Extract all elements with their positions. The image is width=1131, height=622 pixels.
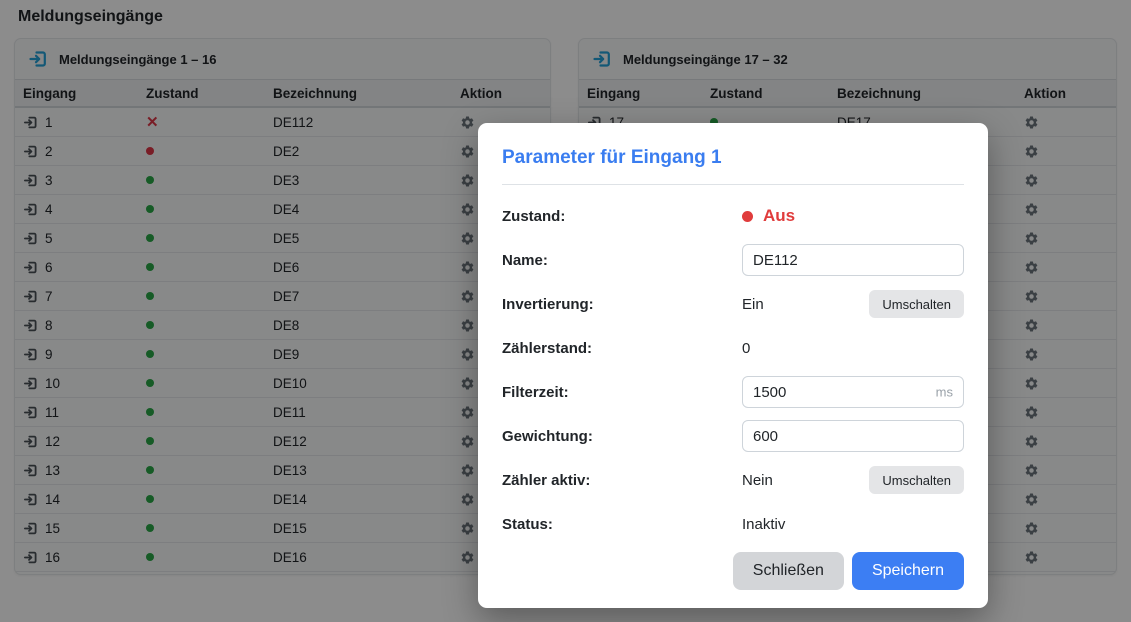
name-input[interactable] xyxy=(742,244,964,276)
status-label: Status: xyxy=(502,516,742,533)
zaehler-aktiv-value: Nein xyxy=(742,472,773,489)
field-row-zustand: Zustand: Aus xyxy=(502,200,964,232)
invertierung-toggle-button[interactable]: Umschalten xyxy=(869,290,964,318)
field-row-zaehler-aktiv: Zähler aktiv: Nein Umschalten xyxy=(502,464,964,496)
parameter-dialog: Parameter für Eingang 1 Zustand: Aus Nam… xyxy=(478,123,988,608)
invertierung-label: Invertierung: xyxy=(502,296,742,313)
filterzeit-label: Filterzeit: xyxy=(502,384,742,401)
divider xyxy=(502,184,964,185)
ms-unit-label: ms xyxy=(936,385,953,400)
zustand-label: Zustand: xyxy=(502,208,742,225)
gewichtung-input[interactable] xyxy=(742,420,964,452)
field-row-gewichtung: Gewichtung: xyxy=(502,420,964,452)
field-row-status: Status: Inaktiv xyxy=(502,508,964,540)
invertierung-value: Ein xyxy=(742,296,764,313)
state-off-dot-icon xyxy=(742,211,753,222)
filterzeit-input[interactable] xyxy=(742,376,964,408)
field-row-filterzeit: Filterzeit: ms xyxy=(502,376,964,408)
field-row-name: Name: xyxy=(502,244,964,276)
dialog-footer: Schließen Speichern xyxy=(502,552,964,590)
save-button[interactable]: Speichern xyxy=(852,552,964,590)
field-row-zaehlerstand: Zählerstand: 0 xyxy=(502,332,964,364)
status-value: Inaktiv xyxy=(742,516,785,533)
name-label: Name: xyxy=(502,252,742,269)
zaehler-aktiv-label: Zähler aktiv: xyxy=(502,472,742,489)
zaehlerstand-label: Zählerstand: xyxy=(502,340,742,357)
zustand-value: Aus xyxy=(763,206,795,226)
zaehler-aktiv-toggle-button[interactable]: Umschalten xyxy=(869,466,964,494)
dialog-title: Parameter für Eingang 1 xyxy=(502,147,964,169)
close-button[interactable]: Schließen xyxy=(733,552,844,590)
zaehlerstand-value: 0 xyxy=(742,340,750,357)
gewichtung-label: Gewichtung: xyxy=(502,428,742,445)
field-row-invertierung: Invertierung: Ein Umschalten xyxy=(502,288,964,320)
